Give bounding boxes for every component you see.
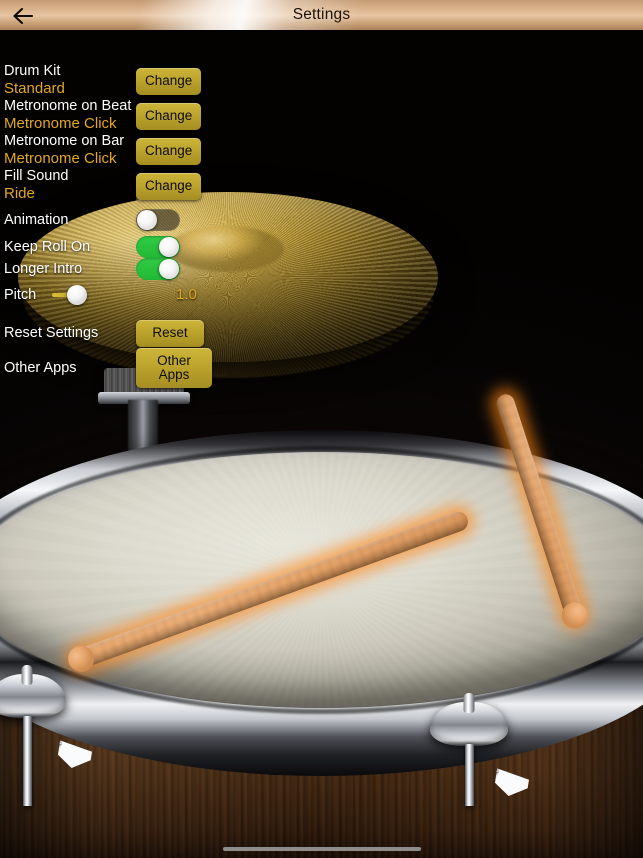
setting-row-fill-sound: Fill Sound Ride Change <box>0 168 330 202</box>
setting-labels: Metronome on Bar Metronome Click <box>0 133 136 167</box>
lug-bolt <box>463 693 475 713</box>
setting-labels: Animation <box>0 212 136 229</box>
setting-row-drum-kit: Drum Kit Standard Change <box>0 63 330 97</box>
tension-rod <box>465 744 474 806</box>
slider-knob[interactable] <box>67 285 87 305</box>
setting-row-other-apps: Other Apps Other Apps <box>0 348 330 388</box>
setting-label: Longer Intro <box>4 260 83 277</box>
page-title: Settings <box>292 6 351 23</box>
toggle-knob <box>159 237 179 257</box>
setting-labels: Other Apps <box>0 360 136 377</box>
setting-row-keep-roll-on: Keep Roll On <box>0 236 330 258</box>
setting-row-pitch: Pitch 1.0 <box>0 285 260 305</box>
setting-value: Ride <box>4 185 35 202</box>
settings-panel: Drum Kit Standard Change Metronome on Be… <box>0 32 643 388</box>
setting-row-reset: Reset Settings Reset <box>0 320 330 347</box>
change-metronome-on-beat-button[interactable]: Change <box>136 103 202 130</box>
header-bar: Settings <box>0 0 643 32</box>
setting-labels: Pitch <box>0 287 52 304</box>
home-indicator[interactable] <box>222 847 421 851</box>
change-metronome-on-bar-button[interactable]: Change <box>136 138 202 165</box>
setting-row-longer-intro: Longer Intro <box>0 258 330 280</box>
setting-labels: Reset Settings <box>0 325 136 342</box>
setting-label: Keep Roll On <box>4 238 91 255</box>
pitch-value: 1.0 <box>176 286 197 303</box>
pitch-slider[interactable] <box>52 285 98 305</box>
setting-label: Metronome on Bar <box>4 133 125 149</box>
setting-value: Standard <box>4 80 65 97</box>
toggle-longer-intro[interactable] <box>136 258 180 280</box>
setting-row-animation: Animation <box>0 209 330 231</box>
setting-labels: Longer Intro <box>0 261 136 278</box>
setting-value: Metronome Click <box>4 115 117 132</box>
drum-lug <box>430 693 508 746</box>
reset-button[interactable]: Reset <box>136 320 204 347</box>
setting-label: Animation <box>4 211 69 228</box>
setting-labels: Drum Kit Standard <box>0 63 136 97</box>
lug-bolt <box>21 665 33 685</box>
app-root: Settings Drum Kit Standard Change Metron… <box>0 0 643 858</box>
setting-labels: Fill Sound Ride <box>0 168 136 202</box>
change-drum-kit-button[interactable]: Change <box>136 68 202 95</box>
setting-label: Other Apps <box>4 359 77 376</box>
toggle-keep-roll-on[interactable] <box>136 236 180 258</box>
change-fill-sound-button[interactable]: Change <box>136 173 202 200</box>
setting-labels: Keep Roll On <box>0 239 136 256</box>
setting-label: Reset Settings <box>4 324 99 341</box>
setting-label: Metronome on Beat <box>4 98 132 114</box>
setting-label: Fill Sound <box>4 168 69 184</box>
setting-row-metronome-on-bar: Metronome on Bar Metronome Click Change <box>0 133 330 167</box>
toggle-animation[interactable] <box>136 209 180 231</box>
setting-value: Metronome Click <box>4 150 117 167</box>
toggle-knob <box>137 210 157 230</box>
setting-label: Drum Kit <box>4 63 61 79</box>
other-apps-button[interactable]: Other Apps <box>136 348 212 388</box>
tension-rod <box>23 716 32 806</box>
toggle-knob <box>159 259 179 279</box>
setting-row-metronome-on-beat: Metronome on Beat Metronome Click Change <box>0 98 330 132</box>
setting-label: Pitch <box>4 286 37 303</box>
setting-labels: Metronome on Beat Metronome Click <box>0 98 136 132</box>
